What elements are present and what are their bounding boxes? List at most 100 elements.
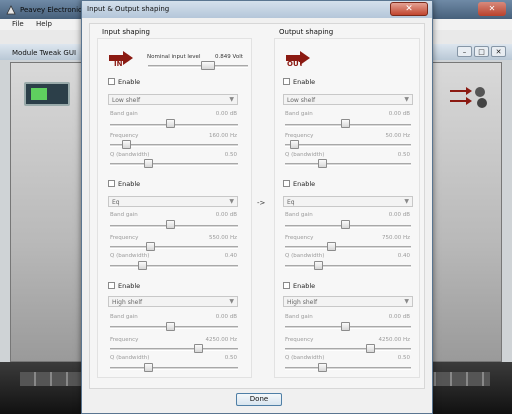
input-band2-gain-slider-thumb[interactable] (166, 220, 175, 229)
output-band2-type-value: Eq (287, 199, 295, 206)
output-band2-enable-checkbox[interactable] (283, 180, 290, 187)
input-band2-freq-slider-thumb[interactable] (146, 242, 155, 251)
input-band3-freq-slider-track[interactable] (110, 348, 238, 351)
input-band1-gain-label: Band gain (110, 111, 138, 117)
input-band2-freq-label: Frequency (110, 235, 139, 241)
input-band1-gain-value: 0.00 dB (215, 111, 237, 117)
input-band1-freq-value: 160.00 Hz (208, 133, 237, 139)
output-band2-q-slider-track[interactable] (285, 265, 411, 268)
output-band2-type-select[interactable]: Eq ▼ (283, 196, 413, 207)
output-band3-gain-slider-thumb[interactable] (341, 322, 350, 331)
output-band2-q-slider-thumb[interactable] (314, 261, 323, 270)
input-band2-gain-label: Band gain (110, 212, 138, 218)
input-band2-q-label: Q (bandwidth) (110, 253, 150, 259)
input-band3-q-slider-track[interactable] (110, 367, 238, 370)
output-band2-enable-label: Enable (293, 180, 316, 188)
output-band3-q-label: Q (bandwidth) (285, 355, 325, 361)
input-band1-q-slider-thumb[interactable] (144, 159, 153, 168)
output-band3-gain-value: 0.00 dB (388, 314, 410, 320)
output-shaping-title: Output shaping (279, 28, 334, 36)
output-band3-q-slider-thumb[interactable] (318, 363, 327, 372)
input-band1-q-slider-track[interactable] (110, 163, 238, 166)
output-band1-type-select[interactable]: Low shelf ▼ (283, 94, 413, 105)
menu-help[interactable]: Help (36, 20, 52, 28)
input-band2-enable-checkbox[interactable] (108, 180, 115, 187)
input-band1-freq-label: Frequency (110, 133, 139, 139)
input-band1-type-value: Low shelf (112, 97, 141, 104)
maximize-button[interactable]: □ (474, 46, 489, 57)
nominal-input-value: 0.849 Volt (215, 54, 243, 60)
input-band3-gain-label: Band gain (110, 314, 138, 320)
output-band3-enable-label: Enable (293, 282, 316, 290)
dialog-close-button[interactable]: ✕ (390, 2, 428, 16)
output-icon-label: OUT (287, 60, 304, 68)
input-band3-q-value: 0.50 (224, 355, 237, 361)
input-band3-freq-value: 4250.00 Hz (205, 337, 237, 343)
output-band1-q-slider-thumb[interactable] (318, 159, 327, 168)
input-band3-q-slider-thumb[interactable] (144, 363, 153, 372)
output-band2-freq-slider-track[interactable] (285, 246, 411, 249)
background-app-title: Peavey Electronic (20, 6, 82, 14)
input-band3-freq-slider-thumb[interactable] (194, 344, 203, 353)
output-band1-gain-slider-thumb[interactable] (341, 119, 350, 128)
output-band1-freq-slider-track[interactable] (285, 144, 411, 147)
input-band3-gain-value: 0.00 dB (215, 314, 237, 320)
output-band3-q-value: 0.50 (397, 355, 410, 361)
output-band2-freq-value: 750.00 Hz (381, 235, 410, 241)
output-band1-freq-label: Frequency (285, 133, 314, 139)
output-band1-freq-slider-thumb[interactable] (290, 140, 299, 149)
menu-file[interactable]: File (12, 20, 24, 28)
output-band3-freq-slider-thumb[interactable] (366, 344, 375, 353)
module-tweak-title: Module Tweak GUI (12, 49, 77, 57)
input-band2-q-slider-thumb[interactable] (138, 261, 147, 270)
output-band1-enable-label: Enable (293, 78, 316, 86)
output-band1-enable-checkbox[interactable] (283, 78, 290, 85)
device-thumbnail-icon[interactable] (24, 82, 70, 106)
done-button[interactable]: Done (236, 393, 282, 406)
chevron-down-icon: ▼ (229, 198, 234, 205)
output-band1-q-label: Q (bandwidth) (285, 152, 325, 158)
output-band3-freq-value: 4250.00 Hz (378, 337, 410, 343)
input-band3-type-value: High shelf (112, 299, 143, 306)
output-band2-q-label: Q (bandwidth) (285, 253, 325, 259)
input-band2-q-slider-track[interactable] (110, 265, 238, 268)
input-band2-type-value: Eq (112, 199, 120, 206)
output-band1-q-slider-track[interactable] (285, 163, 411, 166)
output-band2-freq-slider-thumb[interactable] (327, 242, 336, 251)
nominal-input-slider-track[interactable] (148, 65, 248, 68)
input-band1-freq-slider-thumb[interactable] (122, 140, 131, 149)
output-band3-q-slider-track[interactable] (285, 367, 411, 370)
chevron-down-icon: ▼ (404, 198, 409, 205)
input-band3-enable-checkbox[interactable] (108, 282, 115, 289)
input-band3-type-select[interactable]: High shelf ▼ (108, 296, 238, 307)
chevron-down-icon: ▼ (229, 96, 234, 103)
nominal-input-label: Nominal input level (147, 54, 201, 60)
chevron-down-icon: ▼ (404, 96, 409, 103)
input-band1-enable-label: Enable (118, 78, 141, 86)
input-band2-q-value: 0.40 (224, 253, 237, 259)
output-band3-enable-checkbox[interactable] (283, 282, 290, 289)
output-band1-q-value: 0.50 (397, 152, 410, 158)
input-band2-freq-slider-track[interactable] (110, 246, 238, 249)
input-band1-gain-slider-thumb[interactable] (166, 119, 175, 128)
input-band3-enable-label: Enable (118, 282, 141, 290)
input-shaping-title: Input shaping (102, 28, 150, 36)
input-band1-enable-checkbox[interactable] (108, 78, 115, 85)
input-band2-enable-label: Enable (118, 180, 141, 188)
output-band2-gain-slider-thumb[interactable] (341, 220, 350, 229)
input-band2-type-select[interactable]: Eq ▼ (108, 196, 238, 207)
close-button[interactable]: ✕ (491, 46, 506, 57)
output-band3-type-select[interactable]: High shelf ▼ (283, 296, 413, 307)
input-band1-type-select[interactable]: Low shelf ▼ (108, 94, 238, 105)
output-band3-freq-slider-track[interactable] (285, 348, 411, 351)
input-band1-q-value: 0.50 (224, 152, 237, 158)
minimize-button[interactable]: – (457, 46, 472, 57)
routing-arrows-icon[interactable] (448, 84, 490, 110)
output-band1-gain-value: 0.00 dB (388, 111, 410, 117)
input-band3-gain-slider-thumb[interactable] (166, 322, 175, 331)
background-close-button[interactable]: ✕ (478, 2, 506, 16)
nominal-input-slider-thumb[interactable] (201, 61, 215, 70)
output-band1-type-value: Low shelf (287, 97, 316, 104)
output-band2-freq-label: Frequency (285, 235, 314, 241)
input-band2-gain-value: 0.00 dB (215, 212, 237, 218)
